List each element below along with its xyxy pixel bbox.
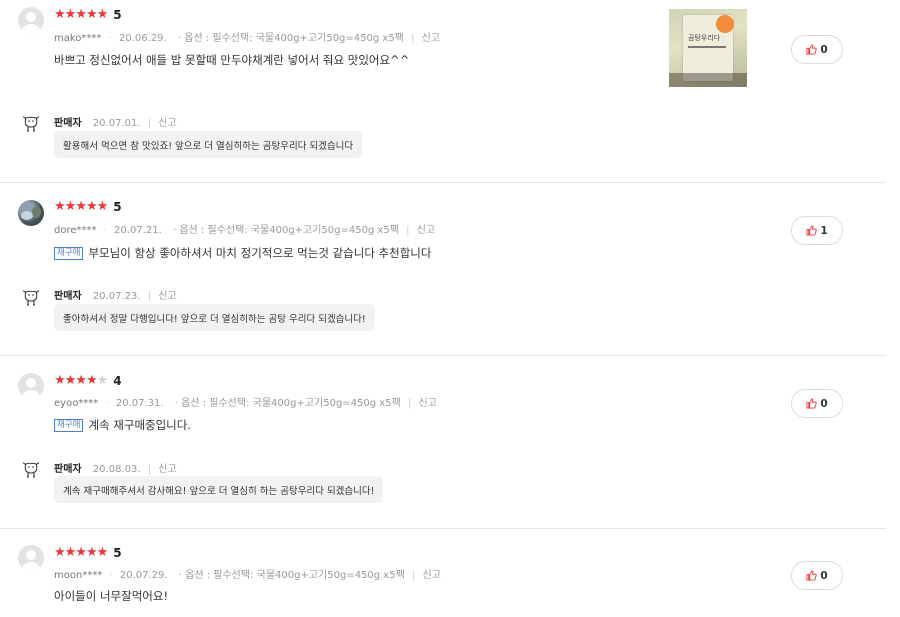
review-meta: moon**** · 20.07.29. · 옵션 : 필수선택: 국물400g… (54, 570, 441, 581)
star-rating: ★★★★★ 5 (54, 7, 122, 23)
like-button[interactable]: 0 (791, 35, 843, 64)
star-rating: ★★★★★ 5 (54, 545, 122, 561)
thumbs-up-icon (806, 398, 818, 409)
avatar (18, 200, 44, 226)
option-prefix: · 옵션 : (178, 570, 214, 581)
seller-reply-bubble: 좋아하셔서 정말 다행입니다! 앞으로 더 열심히하는 곰탕 우리다 되겠습니다… (54, 304, 375, 331)
star-rating: ★★★★★ 5 (54, 199, 122, 215)
seller-reply-bubble: 계속 재구매해주셔서 감사해요! 앞으로 더 열심히 하는 곰탕우리다 되겠습니… (54, 476, 384, 503)
review-date: 20.07.31. (115, 398, 164, 409)
reviewer-id: moon**** (54, 570, 103, 581)
review-photo[interactable]: 곰탕우리다 (669, 9, 747, 87)
review-option: 필수선택: 국물400g+고기50g=450g x5팩 (207, 225, 399, 236)
review-text: 부모님이 항상 좋아하셔서 마치 정기적으로 먹는것 같습니다 추천합니다 (88, 246, 432, 260)
like-button[interactable]: 0 (791, 389, 843, 418)
review-content: 아이들이 너무잘먹어요! (54, 588, 168, 604)
review-meta: dore**** · 20.07.21. · 옵션 : 필수선택: 국물400g… (54, 225, 436, 236)
review-item: ★★★★ ★ 4 eyoo**** · 20.07.31. · 옵션 : 필수선… (0, 356, 886, 529)
thumbs-up-icon (806, 225, 818, 236)
review-text: 아이들이 너무잘먹어요! (54, 589, 169, 603)
review-date: 20.07.21. (114, 225, 162, 236)
rating-score: 5 (113, 546, 122, 560)
stars-filled: ★★★★★ (54, 545, 108, 560)
review-option: 필수선택: 국물400g+고기50g=450g x5팩 (212, 33, 404, 44)
rating-score: 5 (113, 200, 122, 214)
seller-reply-text: 좋아하셔서 정말 다행입니다! 앞으로 더 열심히하는 곰탕 우리다 되겠습니다… (63, 313, 366, 325)
seller-reply-date: 20.08.03. (92, 464, 141, 475)
cow-icon (22, 290, 40, 306)
like-count: 0 (820, 397, 828, 410)
option-prefix: · 옵션 : (174, 398, 210, 409)
seller-reply-meta: 판매자 20.08.03. | 신고 (54, 464, 177, 475)
review-content: 바쁘고 정신없어서 애들 밥 못할때 만두야채계란 넣어서 줘요 맛있어요^^ (54, 52, 409, 68)
repurchase-badge: 재구매 (54, 246, 84, 260)
thumbs-up-icon (806, 44, 818, 55)
star-rating: ★★★★ ★ 4 (54, 373, 122, 389)
avatar (18, 373, 44, 399)
review-date: 20.06.29. (118, 33, 167, 44)
seller-label: 판매자 (54, 464, 82, 475)
review-option: 필수선택: 국물400g+고기50g=450g x5팩 (213, 570, 405, 581)
review-item: ★★★★★ 5 dore**** · 20.07.21. · 옵션 : 필수선택… (0, 183, 886, 356)
stars-filled: ★★★★★ (54, 199, 108, 214)
rating-score: 4 (113, 374, 122, 388)
thumbs-up-icon (806, 570, 818, 581)
review-content: 재구매 계속 재구매중입니다. (54, 417, 191, 433)
like-count: 0 (820, 569, 828, 582)
seller-reply-date: 20.07.23. (92, 291, 141, 302)
review-text: 바쁘고 정신없어서 애들 밥 못할때 만두야채계란 넣어서 줘요 맛있어요^^ (54, 53, 410, 67)
seller-reply-text: 계속 재구매해주셔서 감사해요! 앞으로 더 열심히 하는 곰탕우리다 되겠습니… (63, 485, 375, 497)
seller-reply-date: 20.07.01. (92, 118, 141, 129)
rating-score: 5 (113, 8, 122, 22)
like-count: 1 (820, 224, 828, 237)
avatar (18, 545, 44, 571)
like-button[interactable]: 0 (791, 561, 843, 590)
review-item: ★★★★★ 5 moon**** · 20.07.29. · 옵션 : 필수선택… (0, 529, 886, 617)
seller-label: 판매자 (54, 118, 82, 129)
reviewer-id: eyoo**** (54, 398, 99, 409)
review-option: 필수선택: 국물400g+고기50g=450g x5팩 (209, 398, 401, 409)
repurchase-badge: 재구매 (54, 418, 84, 432)
reviewer-id: dore**** (54, 225, 97, 236)
option-prefix: · 옵션 : (177, 33, 213, 44)
seller-reply-meta: 판매자 20.07.23. | 신고 (54, 291, 177, 302)
cow-icon (22, 462, 40, 478)
report-link[interactable]: 신고 (419, 398, 437, 409)
avatar (18, 7, 44, 33)
like-count: 0 (820, 43, 828, 56)
stars-filled: ★★★★★ (54, 7, 108, 22)
review-meta: mako**** · 20.06.29. · 옵션 : 필수선택: 국물400g… (54, 33, 441, 44)
review-date: 20.07.29. (119, 570, 168, 581)
seller-reply-text: 활용해서 먹으면 참 맛있죠! 앞으로 더 열심히하는 곰탕우리다 되겠습니다 (63, 140, 354, 152)
seller-report-link[interactable]: 신고 (158, 118, 176, 129)
like-button[interactable]: 1 (791, 216, 843, 245)
cow-icon (22, 116, 40, 132)
seller-reply-meta: 판매자 20.07.01. | 신고 (54, 118, 177, 129)
report-link[interactable]: 신고 (417, 225, 435, 236)
option-prefix: · 옵션 : (172, 225, 208, 236)
stars-filled: ★★★★ (54, 373, 98, 388)
stars-empty: ★ (96, 373, 109, 388)
seller-reply-bubble: 활용해서 먹으면 참 맛있죠! 앞으로 더 열심히하는 곰탕우리다 되겠습니다 (54, 131, 363, 158)
seller-report-link[interactable]: 신고 (158, 291, 176, 302)
report-link[interactable]: 신고 (422, 33, 440, 44)
report-link[interactable]: 신고 (423, 570, 441, 581)
review-meta: eyoo**** · 20.07.31. · 옵션 : 필수선택: 국물400g… (54, 398, 437, 409)
reviewer-id: mako**** (54, 33, 102, 44)
review-content: 재구매 부모님이 항상 좋아하셔서 마치 정기적으로 먹는것 같습니다 추천합니… (54, 245, 431, 261)
seller-report-link[interactable]: 신고 (158, 464, 176, 475)
review-item: ★★★★★ 5 mako**** · 20.06.29. · 옵션 : 필수선택… (0, 0, 886, 183)
review-text: 계속 재구매중입니다. (88, 418, 191, 432)
seller-label: 판매자 (54, 291, 82, 302)
photo-label: 곰탕우리다 (688, 34, 721, 42)
